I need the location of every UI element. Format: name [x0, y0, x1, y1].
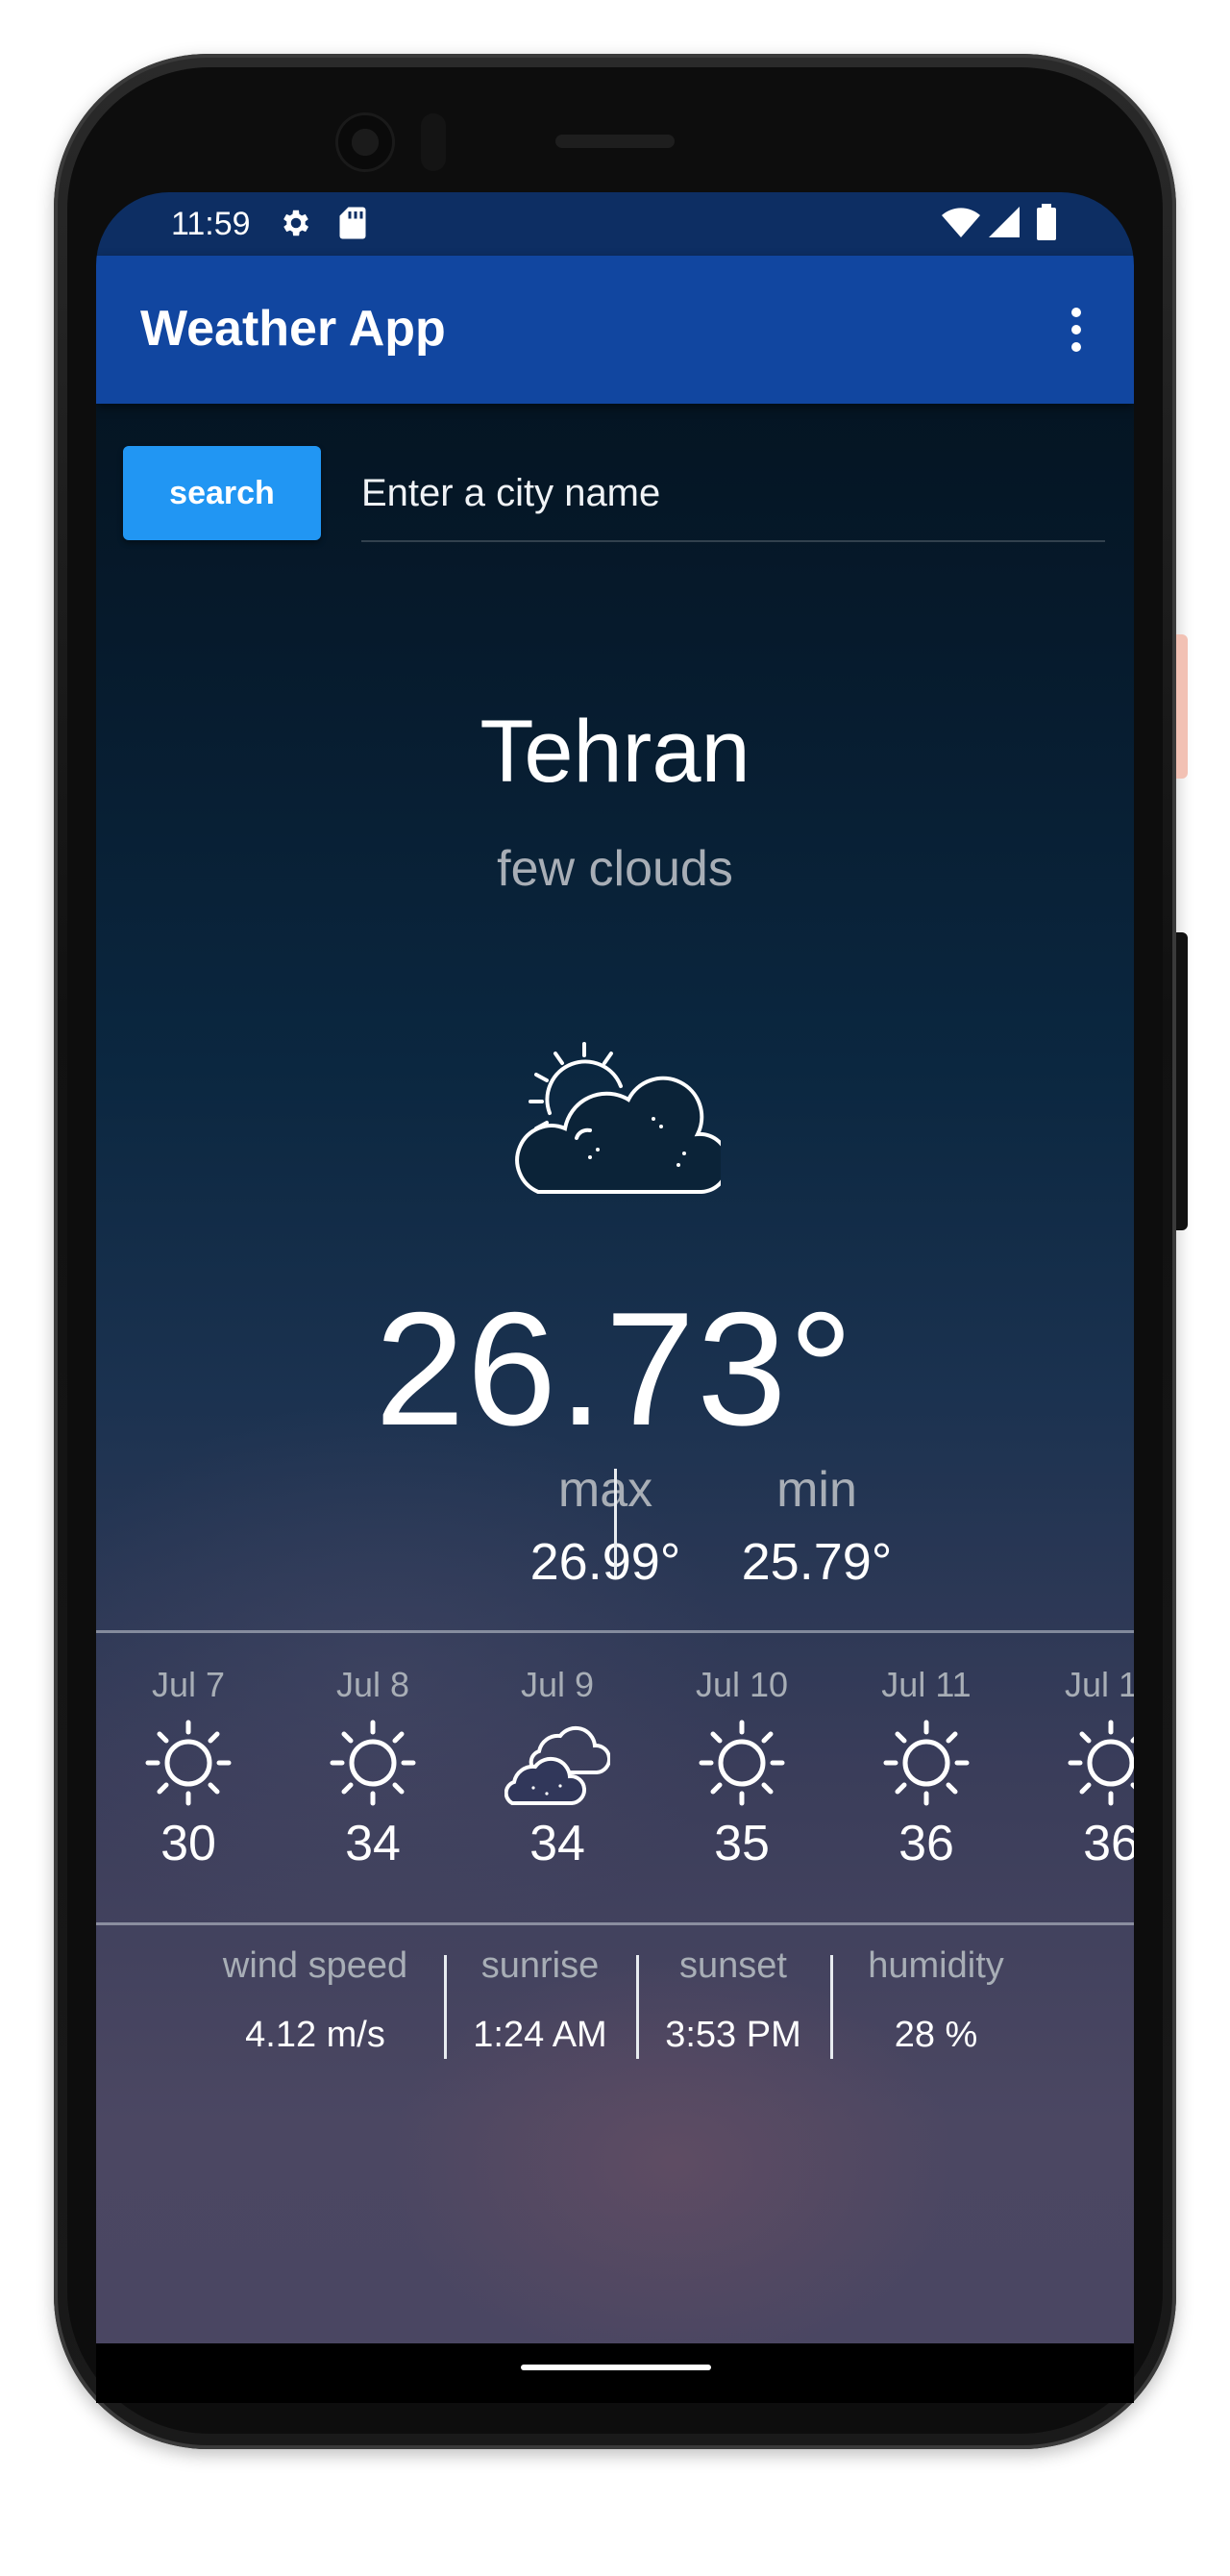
- forecast-date: Jul 10: [695, 1665, 789, 1704]
- forecast-temp: 30: [160, 1816, 216, 1871]
- forecast-day: Jul 8 34: [286, 1665, 459, 1872]
- forecast-date: Jul 11: [881, 1665, 972, 1704]
- forecast-date: Jul 12: [1064, 1665, 1134, 1704]
- max-column: max 26.99°: [500, 1461, 711, 1592]
- current-temperature: 26.73°: [375, 1278, 855, 1459]
- detail-label: wind speed: [222, 1945, 408, 1986]
- detail-wind-speed: wind speed 4.12 m/s: [209, 1945, 421, 2056]
- sun-icon: [145, 1720, 232, 1806]
- status-time: 11:59: [171, 206, 251, 242]
- max-value: 26.99°: [529, 1533, 681, 1591]
- proximity-sensor: [421, 113, 446, 171]
- forecast-date: Jul 8: [335, 1665, 410, 1704]
- weather-details: wind speed 4.12 m/s sunrise 1:24 AM suns…: [96, 1922, 1134, 2076]
- sun-icon: [330, 1720, 416, 1806]
- status-bar: 11:59: [96, 192, 1134, 256]
- home-indicator[interactable]: [521, 2365, 711, 2370]
- forecast-temp: 34: [529, 1816, 585, 1871]
- city-search-input[interactable]: [361, 446, 1105, 542]
- search-button[interactable]: search: [123, 446, 321, 540]
- forecast-temp: 36: [1083, 1816, 1134, 1871]
- forecast-day: Jul 7 30: [102, 1665, 275, 1872]
- city-name: Tehran: [480, 703, 750, 801]
- more-vertical-icon[interactable]: [1057, 302, 1095, 359]
- screen: 11:59 Weather App search Teh: [96, 192, 1134, 2384]
- min-max-divider: [614, 1469, 617, 1576]
- power-button: [1176, 634, 1188, 779]
- forecast-date: Jul 7: [151, 1665, 226, 1704]
- wifi-icon: [942, 208, 980, 237]
- detail-label: sunrise: [480, 1945, 600, 1986]
- navigation-bar: [96, 2343, 1134, 2403]
- search-row: search: [96, 404, 1134, 557]
- clouds-icon: [504, 1725, 610, 1805]
- app-title: Weather App: [140, 301, 446, 357]
- volume-button: [1176, 932, 1188, 1230]
- forecast-temp: 34: [345, 1816, 401, 1871]
- detail-value: 4.12 m/s: [245, 2015, 385, 2055]
- detail-value: 3:53 PM: [665, 2015, 801, 2055]
- min-column: min 25.79°: [711, 1461, 922, 1592]
- earpiece-speaker: [555, 135, 675, 148]
- max-label: max: [557, 1462, 653, 1518]
- forecast-temp: 36: [898, 1816, 954, 1871]
- sun-icon: [699, 1720, 785, 1806]
- detail-label: humidity: [868, 1945, 1004, 1986]
- min-max-block: max 26.99° min 25.79°: [96, 1461, 1134, 1596]
- gear-icon: [283, 210, 309, 236]
- weather-description: few clouds: [497, 841, 733, 897]
- forecast-temp: 35: [714, 1816, 770, 1871]
- forecast-day: Jul 9 34: [471, 1665, 644, 1872]
- cellular-signal-icon: [989, 207, 1020, 237]
- front-camera: [338, 115, 392, 169]
- min-label: min: [776, 1462, 857, 1518]
- detail-value: 1:24 AM: [473, 2015, 607, 2055]
- detail-sunset: sunset 3:53 PM: [646, 1945, 821, 2056]
- forecast-strip[interactable]: Jul 7 30 Jul 8 34 Jul 9 34 Jul 10 35 Jul…: [96, 1632, 1134, 1920]
- detail-value: 28 %: [894, 2015, 978, 2055]
- detail-humidity: humidity 28 %: [840, 1945, 1032, 2056]
- battery-icon: [1037, 204, 1056, 240]
- detail-divider: [444, 1955, 447, 2059]
- sun-icon: [883, 1720, 970, 1806]
- sun-icon: [1068, 1720, 1134, 1806]
- detail-divider: [830, 1955, 833, 2059]
- app-bar: Weather App: [96, 256, 1134, 404]
- detail-label: sunset: [679, 1945, 787, 1986]
- forecast-day: Jul 11 36: [840, 1665, 1013, 1872]
- detail-sunrise: sunrise 1:24 AM: [454, 1945, 627, 2056]
- min-value: 25.79°: [741, 1533, 893, 1591]
- detail-divider: [636, 1955, 639, 2059]
- forecast-day: Jul 12 36: [1024, 1665, 1134, 1872]
- sun-behind-clouds-icon: [515, 1042, 721, 1194]
- forecast-day: Jul 10 35: [655, 1665, 828, 1872]
- forecast-date: Jul 9: [520, 1665, 595, 1704]
- sd-card-icon: [339, 207, 366, 239]
